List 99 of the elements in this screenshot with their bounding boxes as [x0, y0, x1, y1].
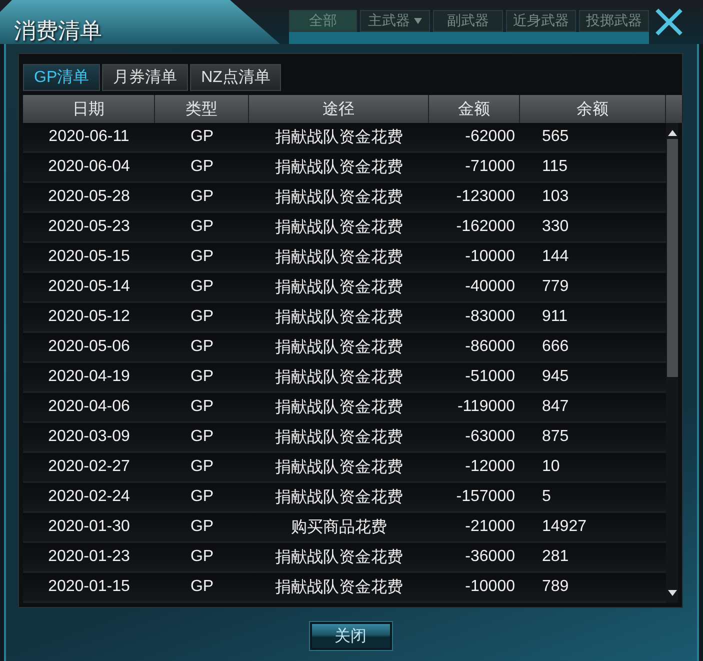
amount-cell: -21000 [465, 518, 515, 536]
type-cell: GP [190, 248, 214, 266]
filter-button[interactable]: 投掷武器 [579, 10, 649, 32]
type-cell: GP [190, 278, 214, 296]
type-cell: GP [190, 158, 214, 176]
balance-cell: 115 [542, 158, 568, 176]
date-cell: 2020-05-23 [48, 218, 130, 236]
purpose-cell-text: 捐献战队资金花费 [275, 578, 403, 598]
column-header: 日期 [23, 95, 155, 123]
date-cell: 2020-05-15 [48, 248, 130, 266]
balance-cell: 945 [542, 368, 569, 386]
balance-cell: 14927 [542, 518, 586, 536]
type-cell: GP [190, 488, 214, 506]
balance-cell: 779 [542, 278, 569, 296]
amount-cell: -86000 [465, 338, 515, 356]
purpose-cell-text: 捐献战队资金花费 [275, 188, 403, 208]
amount-cell: -62000 [465, 128, 515, 146]
tab[interactable]: NZ点清单 [190, 64, 282, 91]
type-cell: GP [190, 368, 214, 386]
date-cell: 2020-05-12 [48, 308, 130, 326]
date-cell: 2020-05-14 [48, 278, 130, 296]
type-cell: GP [190, 548, 214, 566]
balance-cell: 666 [542, 338, 569, 356]
purpose-cell-text: 捐献战队资金花费 [275, 398, 403, 418]
date-cell: 2020-04-06 [48, 398, 130, 416]
purpose-cell-text: 捐献战队资金花费 [275, 368, 403, 388]
amount-cell: -63000 [465, 428, 515, 446]
purpose-cell-text: 购买商品花费 [291, 518, 387, 538]
balance-cell: 875 [542, 428, 569, 446]
amount-cell: -123000 [456, 188, 515, 206]
purpose-cell-text: 捐献战队资金花费 [275, 158, 403, 178]
purpose-cell-text: 捐献战队资金花费 [275, 308, 403, 328]
type-cell: GP [190, 578, 214, 596]
purpose-cell-text: 捐献战队资金花费 [275, 458, 403, 478]
amount-cell: -10000 [465, 578, 515, 596]
purpose-cell-text: 捐献战队资金花费 [275, 278, 403, 298]
amount-cell: -12000 [465, 458, 515, 476]
purpose-cell-text: 捐献战队资金花费 [275, 548, 403, 568]
date-cell: 2020-04-19 [48, 368, 130, 386]
amount-cell: -162000 [456, 218, 515, 236]
scroll-down-icon[interactable] [668, 589, 676, 597]
balance-cell: 565 [542, 128, 569, 146]
caret-icon [414, 18, 422, 24]
tab[interactable]: GP清单 [23, 64, 100, 91]
purpose-cell-text: 捐献战队资金花费 [275, 338, 403, 358]
amount-cell: -10000 [465, 248, 515, 266]
type-cell: GP [190, 188, 214, 206]
column-header: 途径 [249, 95, 429, 123]
balance-cell: 5 [542, 488, 551, 506]
purpose-cell-text: 捐献战队资金花费 [275, 428, 403, 448]
column-header: 金额 [429, 95, 520, 123]
amount-cell: -51000 [465, 368, 515, 386]
date-cell: 2020-05-06 [48, 338, 130, 356]
balance-cell: 789 [542, 578, 569, 596]
date-cell: 2020-06-04 [48, 158, 130, 176]
scroll-up-icon[interactable] [668, 129, 676, 137]
balance-cell: 281 [542, 548, 569, 566]
date-cell: 2020-06-11 [48, 128, 130, 146]
column-header: 余额 [520, 95, 666, 123]
date-cell: 2020-02-27 [48, 458, 130, 476]
balance-cell: 911 [542, 308, 568, 326]
amount-cell: -71000 [465, 158, 515, 176]
close-dialog-button[interactable]: 关闭 [310, 622, 392, 650]
date-cell: 2020-02-24 [48, 488, 130, 506]
balance-cell: 330 [542, 218, 569, 236]
filter-button[interactable]: 全部 [289, 10, 357, 32]
type-cell: GP [190, 128, 214, 146]
date-cell: 2020-01-15 [48, 578, 130, 596]
amount-cell: -40000 [465, 278, 515, 296]
type-cell: GP [190, 338, 214, 356]
balance-cell: 847 [542, 398, 569, 416]
type-cell: GP [190, 518, 214, 536]
filter-button[interactable]: 副武器 [433, 10, 503, 32]
balance-cell: 103 [542, 188, 569, 206]
amount-cell: -36000 [465, 548, 515, 566]
type-cell: GP [190, 398, 214, 416]
type-cell: GP [190, 458, 214, 476]
date-cell: 2020-01-30 [48, 518, 130, 536]
amount-cell: -157000 [456, 488, 515, 506]
purpose-cell-text: 捐献战队资金花费 [275, 128, 403, 148]
amount-cell: -83000 [465, 308, 515, 326]
amount-cell: -119000 [457, 398, 515, 416]
scrollbar-thumb[interactable] [666, 139, 678, 377]
balance-cell: 144 [542, 248, 569, 266]
date-cell: 2020-03-09 [48, 428, 130, 446]
purpose-cell-text: 捐献战队资金花费 [275, 248, 403, 268]
tab[interactable]: 月券清单 [102, 64, 188, 91]
date-cell: 2020-01-23 [48, 548, 130, 566]
header-corner [666, 95, 683, 123]
purpose-cell-text: 捐献战队资金花费 [275, 488, 403, 508]
type-cell: GP [190, 218, 214, 236]
date-cell: 2020-05-28 [48, 188, 130, 206]
balance-cell: 10 [542, 458, 560, 476]
purpose-cell-text: 捐献战队资金花费 [275, 218, 403, 238]
column-header: 类型 [155, 95, 249, 123]
filter-button[interactable]: 近身武器 [506, 10, 576, 32]
type-cell: GP [190, 428, 214, 446]
filter-button[interactable]: 主武器 [360, 10, 430, 32]
type-cell: GP [190, 308, 214, 326]
